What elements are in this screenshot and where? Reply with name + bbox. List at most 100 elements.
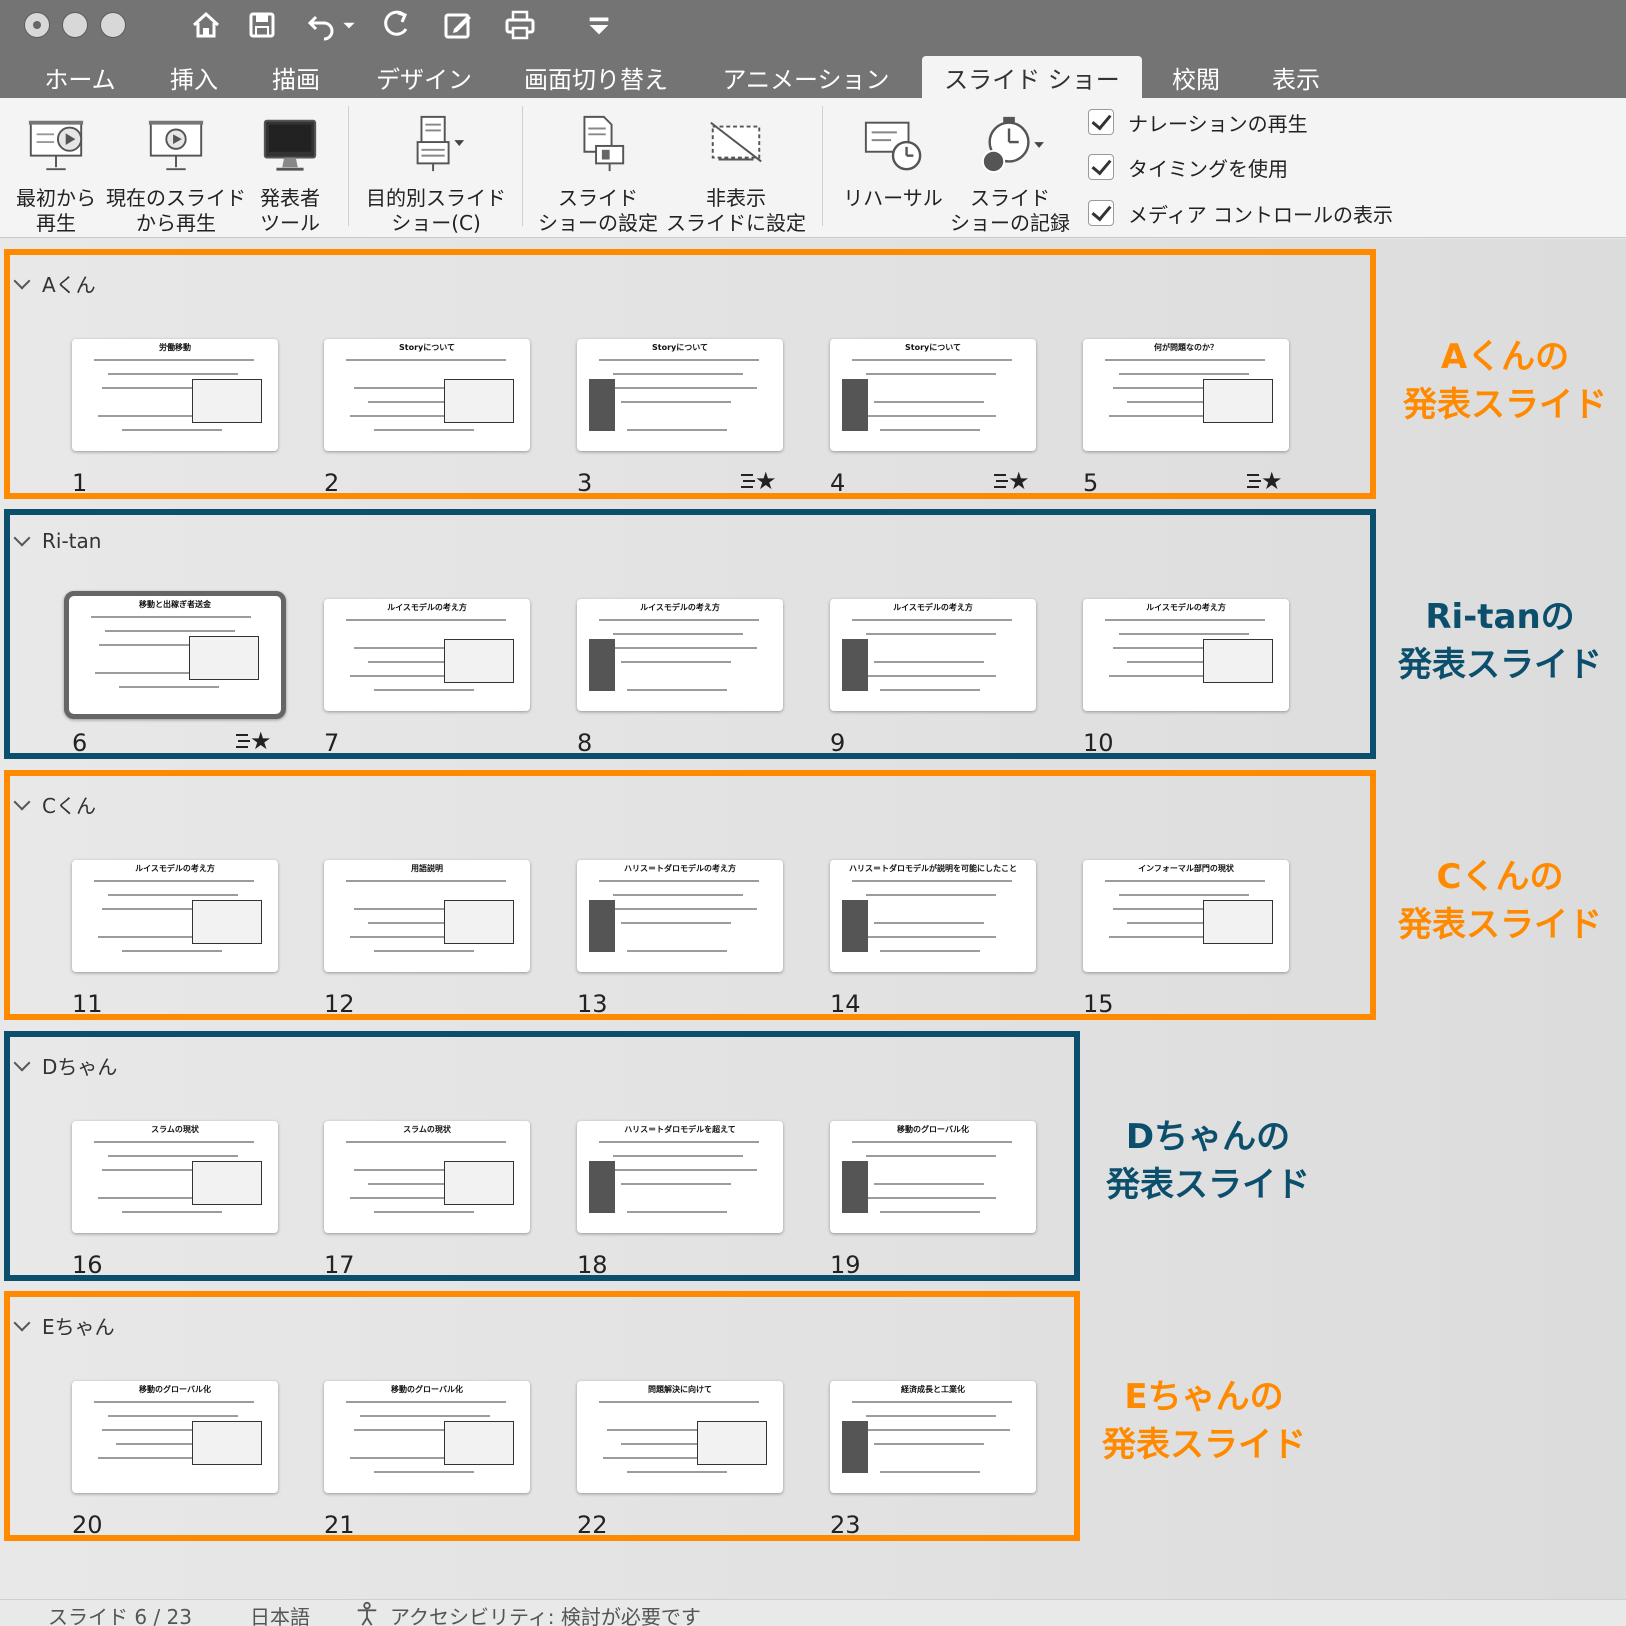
save-icon[interactable] (244, 8, 280, 42)
slide-sorter-view[interactable]: Aくん Aくんの 発表スライド 労働移動 1 Storyについて 2 Storyについて 3 ★ S… (0, 239, 1626, 1599)
slide-thumbnail[interactable]: ルイスモデルの考え方 (577, 599, 783, 711)
slide-text-line (374, 1211, 474, 1213)
slide-text-line (346, 359, 506, 361)
print-icon[interactable] (502, 8, 538, 42)
tab-home[interactable]: ホーム (30, 56, 130, 98)
customize-icon[interactable] (584, 8, 614, 42)
slide-text-line (346, 1141, 506, 1143)
slide-text-line (346, 619, 506, 621)
slide-thumbnail[interactable]: インフォーマル部門の現状 (1083, 860, 1289, 972)
language-indicator[interactable]: 日本語 (250, 1601, 310, 1626)
slide-thumbnail[interactable]: スラムの現状 (72, 1121, 278, 1233)
slide-count: スライド 6 / 23 (48, 1605, 192, 1626)
slide-thumbnail[interactable]: 移動のグローバル化 (324, 1381, 530, 1493)
tab-insert[interactable]: 挿入 (154, 56, 234, 98)
slide-text-line (874, 1443, 984, 1445)
show-media-controls-checkbox[interactable]: メディア コントロールの表示 (1088, 198, 1393, 228)
section-header[interactable]: Cくん (13, 790, 96, 819)
slide-title: 何が問題なのか？ (1154, 343, 1218, 352)
slide-number: 7 (324, 729, 340, 757)
slide-thumbnail[interactable]: 経済成長と工業化 (830, 1381, 1036, 1493)
slide-thumbnail[interactable]: スラムの現状 (324, 1121, 530, 1233)
section-header[interactable]: Dちゃん (13, 1051, 117, 1080)
section-name: Cくん (42, 794, 96, 818)
slide-thumbnail[interactable]: ルイスモデルの考え方 (72, 860, 278, 972)
slide-text-line (1119, 894, 1249, 896)
record-slide-show-button[interactable]: スライド ショーの記録 (948, 112, 1072, 236)
use-timings-checkbox[interactable]: タイミングを使用 (1088, 152, 1288, 182)
slide-text-line (94, 359, 254, 361)
tab-slide-show[interactable]: スライド ショー (922, 56, 1142, 98)
chevron-down-icon[interactable] (13, 793, 31, 810)
slide-number: 9 (830, 729, 846, 757)
section-header[interactable]: Ri-tan (13, 529, 101, 553)
slide-thumbnail[interactable]: Storyについて (577, 339, 783, 451)
rehearse-timings-button[interactable]: リハーサル (838, 112, 948, 211)
undo-icon[interactable] (304, 8, 340, 42)
slide-text-line (852, 1141, 1012, 1143)
slide-thumbnail[interactable]: 用語説明 (324, 860, 530, 972)
slide-thumbnail[interactable]: Storyについて (830, 339, 1036, 451)
hide-slide-button[interactable]: 非表示 スライドに設定 (666, 112, 806, 236)
tab-draw[interactable]: 描画 (256, 56, 336, 98)
slide-number: 20 (72, 1511, 103, 1539)
accessibility-icon[interactable] (354, 1601, 382, 1626)
animation-star-icon[interactable]: ★ (236, 727, 272, 755)
slide-text-line (852, 880, 1012, 882)
slide-text-line (122, 429, 222, 431)
tab-view[interactable]: 表示 (1264, 56, 1328, 98)
slide-number: 13 (577, 990, 608, 1018)
slide-thumbnail[interactable]: ルイスモデルの考え方 (324, 599, 530, 711)
zoom-window-button[interactable] (100, 12, 126, 38)
slide-thumbnail[interactable]: ハリス＝トダロモデルが説明を可能にしたこと (830, 860, 1036, 972)
tab-animations[interactable]: アニメーション (716, 56, 896, 98)
annotation-line: Eちゃんの (1124, 1377, 1284, 1417)
slide-thumbnail[interactable]: ハリス＝トダロモデルを超えて (577, 1121, 783, 1233)
slide-thumbnail[interactable]: ルイスモデルの考え方 (1083, 599, 1289, 711)
close-window-button[interactable] (24, 12, 50, 38)
accessibility-status[interactable]: アクセシビリティ: 検討が必要です (390, 1601, 701, 1626)
slide-thumbnail[interactable]: 労働移動 (72, 339, 278, 451)
slide-image-block (842, 379, 868, 431)
slide-thumbnail[interactable]: 移動のグローバル化 (72, 1381, 278, 1493)
custom-show-icon (391, 112, 481, 176)
slide-thumbnail[interactable]: 移動のグローバル化 (830, 1121, 1036, 1233)
chevron-down-icon[interactable] (13, 529, 31, 547)
undo-dropdown-icon[interactable] (340, 8, 358, 42)
section-header[interactable]: Aくん (13, 269, 96, 298)
minimize-window-button[interactable] (62, 12, 88, 38)
slide-thumbnail[interactable]: ハリス＝トダロモデルの考え方 (577, 860, 783, 972)
slide-show-setup-button[interactable]: スライド ショーの設定 (538, 112, 658, 236)
animation-star-icon[interactable]: ★ (741, 467, 777, 495)
chevron-down-icon[interactable] (13, 272, 31, 289)
tab-design[interactable]: デザイン (364, 56, 484, 98)
play-from-current-button[interactable]: 現在のスライド から再生 (106, 112, 246, 236)
slide-thumbnail[interactable]: 移動と出稼ぎ者送金 (64, 591, 286, 719)
slide-image-block (589, 1161, 615, 1213)
animation-star-icon[interactable]: ★ (1247, 467, 1283, 495)
custom-slide-show-button[interactable]: 目的別スライド ショー(C) (366, 112, 506, 236)
home-icon[interactable] (188, 8, 224, 42)
slide-title: 用語説明 (411, 864, 443, 873)
redo-icon[interactable] (378, 8, 414, 42)
animation-star-icon[interactable]: ★ (994, 467, 1030, 495)
section-header[interactable]: Eちゃん (13, 1311, 115, 1340)
play-from-start-button[interactable]: 最初から 再生 (16, 112, 96, 236)
play-narration-checkbox[interactable]: ナレーションの再生 (1088, 107, 1308, 137)
slide-title: 移動のグローバル化 (139, 1385, 211, 1394)
chevron-down-icon[interactable] (13, 1054, 31, 1071)
chevron-down-icon[interactable] (13, 1314, 31, 1331)
slide-thumbnail[interactable]: ルイスモデルの考え方 (830, 599, 1036, 711)
presenter-tools-button[interactable]: 発表者 ツール (252, 112, 328, 236)
slide-diagram-box (192, 900, 262, 944)
edit-icon[interactable] (440, 8, 476, 42)
slide-text-line (627, 429, 727, 431)
slide-thumbnail[interactable]: 何が問題なのか？ (1083, 339, 1289, 451)
slide-text-line (108, 1415, 238, 1417)
section-annotation: Cくんの 発表スライド (1380, 853, 1620, 949)
tab-transitions[interactable]: 画面切り替え (516, 56, 676, 98)
tab-review[interactable]: 校閲 (1164, 56, 1228, 98)
slide-thumbnail[interactable]: 問題解決に向けて (577, 1381, 783, 1493)
slide-thumbnail[interactable]: Storyについて (324, 339, 530, 451)
annotation-line: 発表スライド (1398, 905, 1602, 945)
